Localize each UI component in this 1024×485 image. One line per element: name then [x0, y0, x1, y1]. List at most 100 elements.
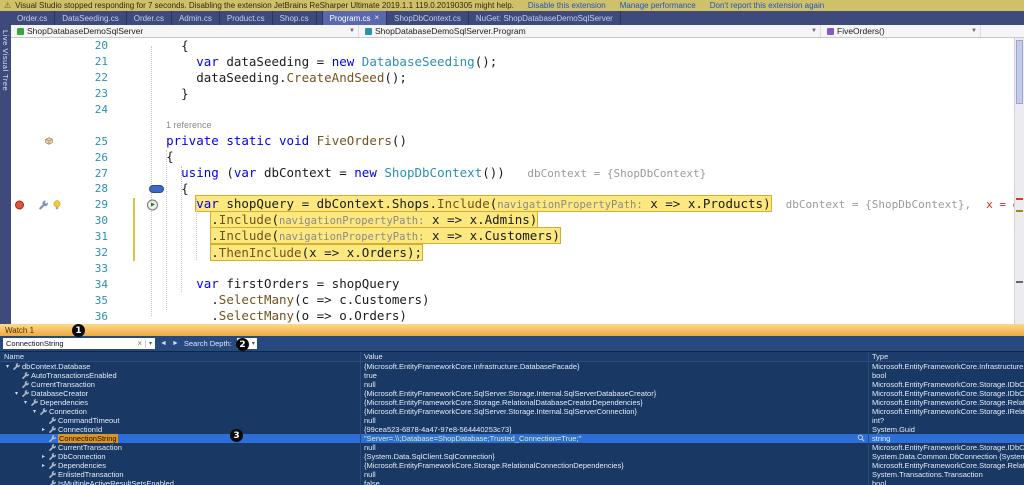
- code-line[interactable]: 26 {: [11, 149, 1014, 165]
- magnifier-icon[interactable]: [857, 434, 865, 442]
- run-to-here-button[interactable]: [147, 199, 158, 211]
- watch-value-cell[interactable]: {Microsoft.EntityFrameworkCore.Infrastru…: [360, 362, 868, 371]
- document-tab[interactable]: NuGet: ShopDatabaseDemoSqlServer: [469, 11, 621, 25]
- watch-value-cell[interactable]: null: [360, 470, 868, 479]
- column-header-name[interactable]: Name: [0, 352, 360, 361]
- annotation-badge-1: 1: [72, 324, 85, 337]
- breadcrumb-project-dropdown[interactable]: ShopDatabaseDemoSqlServer ▼: [11, 25, 359, 37]
- column-header-value[interactable]: Value: [360, 352, 868, 361]
- watch-value-cell[interactable]: {Microsoft.EntityFrameworkCore.SqlServer…: [360, 389, 868, 398]
- document-tab[interactable]: Order.cs: [10, 11, 56, 25]
- document-tab[interactable]: Admin.cs: [172, 11, 220, 25]
- watch-value-cell[interactable]: null: [360, 443, 868, 452]
- code-line[interactable]: 25 private static void FiveOrders(): [11, 133, 1014, 149]
- watch-row[interactable]: ▸ DbConnection {System.Data.SqlClient.SqlC…: [0, 452, 1024, 461]
- watch-value-cell[interactable]: true: [360, 371, 868, 380]
- watch-row[interactable]: CurrentTransaction null Microsoft.EntityFr…: [0, 443, 1024, 452]
- watch-row[interactable]: ▾ Connection {Microsoft.EntityFrameworkCor…: [0, 407, 1024, 416]
- side-rail-live-visual-tree[interactable]: Live Visual Tree: [0, 25, 11, 324]
- breadcrumb-type-dropdown[interactable]: ShopDatabaseDemoSqlServer.Program ▼: [359, 25, 821, 37]
- code-line[interactable]: 29 var shopQuery = dbContext.Shops.Inclu…: [11, 194, 1014, 213]
- watch-row[interactable]: EnlistedTransaction null System.Transactio…: [0, 470, 1024, 479]
- scrollbar-thumb[interactable]: [1016, 40, 1023, 104]
- tab-close-icon[interactable]: ×: [374, 14, 379, 22]
- expander-icon[interactable]: ▾: [13, 390, 20, 397]
- code-line[interactable]: 33: [11, 260, 1014, 276]
- code-line[interactable]: 28 {: [11, 181, 1014, 197]
- watch-type: bool: [872, 479, 887, 485]
- watch-type: Microsoft.EntityFrameworkCore.Storage.Re…: [872, 461, 1024, 470]
- expander-icon[interactable]: ▾: [4, 363, 11, 370]
- line-number: 33: [94, 261, 108, 275]
- code-line[interactable]: 35 .SelectMany(c => c.Customers): [11, 292, 1014, 308]
- disable-extension-link[interactable]: Disable this extension: [528, 1, 606, 10]
- watch-row[interactable]: IsMultipleActiveResultSetsEnabled false bo…: [0, 479, 1024, 485]
- search-input[interactable]: [6, 338, 135, 349]
- breakpoint-icon[interactable]: [15, 200, 24, 210]
- find-previous-icon[interactable]: ◄: [160, 340, 167, 347]
- clear-search-icon[interactable]: ×: [137, 339, 142, 348]
- watch-row[interactable]: ConnectionString "Server=.\\;Database=Sho…: [0, 434, 1024, 443]
- codelens-label[interactable]: 1 reference: [166, 120, 212, 130]
- watch-row[interactable]: CurrentTransaction null Microsoft.EntityFr…: [0, 380, 1024, 389]
- watch-value-cell[interactable]: null: [360, 380, 868, 389]
- breadcrumb-member-dropdown[interactable]: FiveOrders() ▼: [821, 25, 981, 37]
- code-line[interactable]: 24: [11, 102, 1014, 118]
- watch-value-cell[interactable]: {Microsoft.EntityFrameworkCore.SqlServer…: [360, 407, 868, 416]
- document-tab[interactable]: DataSeeding.cs: [55, 11, 127, 25]
- document-tab[interactable]: Program.cs ×: [321, 11, 388, 25]
- watch-value-cell[interactable]: {Microsoft.EntityFrameworkCore.Storage.R…: [360, 398, 868, 407]
- watch-name: CurrentTransaction: [31, 380, 95, 389]
- code-line[interactable]: 20 {: [11, 38, 1014, 54]
- document-tab[interactable]: Order.cs: [127, 11, 172, 25]
- watch-value-cell[interactable]: {99cea523-6878-4a47-97e8-564440253c73}: [360, 425, 868, 434]
- code-line[interactable]: 22 dataSeeding.CreateAndSeed();: [11, 70, 1014, 86]
- watch-value-cell[interactable]: "Server=.\\;Database=ShopDatabase;Truste…: [360, 434, 868, 443]
- watch-row[interactable]: AutoTransactionsEnabled true bool: [0, 371, 1024, 380]
- line-number: 25: [94, 134, 108, 148]
- code-line[interactable]: 34 var firstOrders = shopQuery: [11, 276, 1014, 292]
- annotation-highlight: .Include(navigationPropertyPath: x => x.…: [210, 210, 539, 228]
- code-line[interactable]: 36 .SelectMany(o => o.Orders): [11, 308, 1014, 324]
- expander-icon[interactable]: ▾: [22, 399, 29, 406]
- codelens-row[interactable]: 1 reference: [11, 117, 1014, 133]
- expander-icon[interactable]: ▸: [40, 426, 47, 433]
- expander-icon[interactable]: ▸: [40, 462, 47, 469]
- editor[interactable]: 20 {21 var dataSeeding = new DatabaseSee…: [11, 38, 1014, 324]
- watch-row[interactable]: ▾ Dependencies {Microsoft.EntityFrameworkC…: [0, 398, 1024, 407]
- quick-fix-wrench-icon[interactable]: [39, 200, 48, 210]
- watch-row[interactable]: ▾ DatabaseCreator {Microsoft.EntityFramewo…: [0, 389, 1024, 398]
- code-line[interactable]: 30 .Include(navigationPropertyPath: x =>…: [11, 210, 1014, 229]
- expander-icon[interactable]: ▸: [40, 453, 47, 460]
- watch-value-cell[interactable]: {Microsoft.EntityFrameworkCore.Storage.R…: [360, 461, 868, 470]
- watch-search-box[interactable]: × ▾: [3, 338, 155, 349]
- watch-value-cell[interactable]: null: [360, 416, 868, 425]
- document-tab[interactable]: Shop.cs: [273, 11, 317, 25]
- search-dropdown-icon[interactable]: ▾: [149, 340, 152, 347]
- editor-scrollbar[interactable]: [1014, 38, 1024, 324]
- manage-performance-link[interactable]: Manage performance: [620, 1, 696, 10]
- find-next-icon[interactable]: ►: [172, 340, 179, 347]
- code-line[interactable]: 21 var dataSeeding = new DatabaseSeeding…: [11, 54, 1014, 70]
- code-line[interactable]: 23 }: [11, 86, 1014, 102]
- watch-row[interactable]: ▸ Dependencies {Microsoft.EntityFrameworkC…: [0, 461, 1024, 470]
- document-tab[interactable]: Product.cs: [220, 11, 273, 25]
- column-separator[interactable]: [360, 352, 361, 485]
- dont-report-link[interactable]: Don't report this extension again: [710, 1, 824, 10]
- watch-value: {Microsoft.EntityFrameworkCore.Infrastru…: [364, 362, 580, 371]
- watch-row[interactable]: ▾ dbContext.Database {Microsoft.EntityFram…: [0, 362, 1024, 371]
- chevron-down-icon: ▼: [971, 28, 977, 34]
- column-header-type[interactable]: Type: [868, 352, 1024, 361]
- code-line[interactable]: 27 using (var dbContext = new ShopDbCont…: [11, 165, 1014, 181]
- code-line[interactable]: 31 .Include(navigationPropertyPath: x =>…: [11, 226, 1014, 245]
- column-separator[interactable]: [868, 352, 869, 485]
- watch-value-cell[interactable]: {System.Data.SqlClient.SqlConnection}: [360, 452, 868, 461]
- expander-icon[interactable]: ▾: [31, 408, 38, 415]
- lightbulb-icon[interactable]: [53, 200, 61, 210]
- code-line[interactable]: 32 .ThenInclude(x => x.Orders);: [11, 243, 1014, 261]
- watch-row[interactable]: ▸ ConnectionId {99cea523-6878-4a47-97e8-56…: [0, 425, 1024, 434]
- watch-title-bar[interactable]: Watch 1: [0, 324, 1024, 336]
- watch-row[interactable]: CommandTimeout null int?: [0, 416, 1024, 425]
- watch-value-cell[interactable]: false: [360, 479, 868, 485]
- document-tab[interactable]: ShopDbContext.cs: [387, 11, 469, 25]
